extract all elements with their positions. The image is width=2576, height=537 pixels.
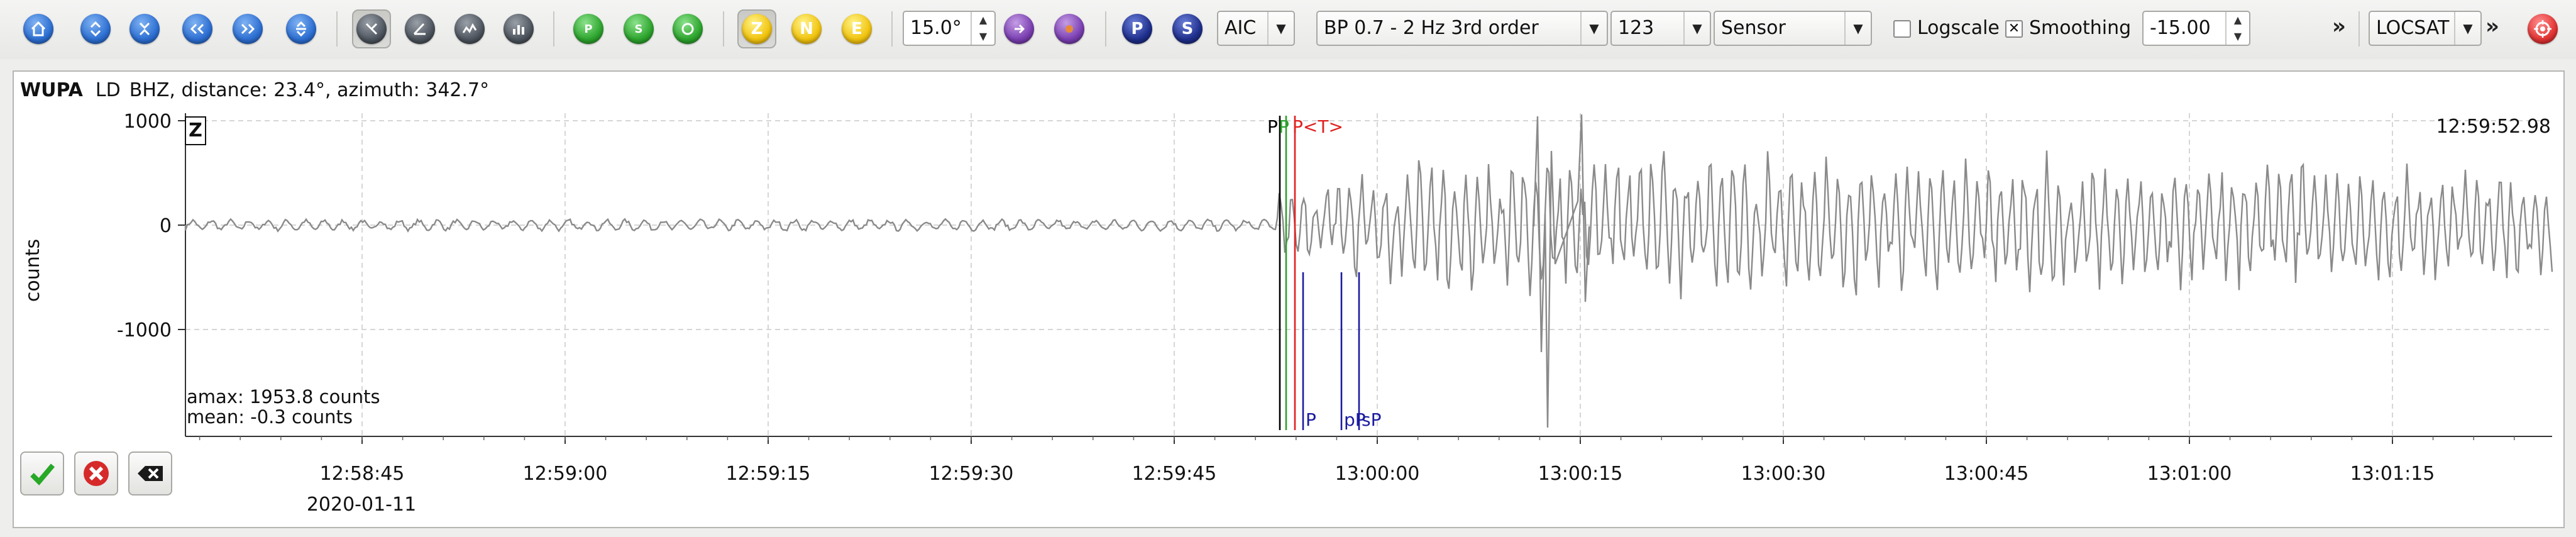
trace-time-label: 12:59:52.98 [2436,116,2551,138]
pick-label: P<T> [1292,116,1343,137]
accept-button[interactable] [20,451,64,495]
y-axis-label: counts [22,239,44,302]
x-tick-label: 12:58:45 [320,463,405,485]
clear-icon [138,466,163,481]
x-tick-label: 13:01:00 [2147,463,2232,485]
mean-label: mean: -0.3 counts [187,406,353,428]
y-tick-label: 1000 [124,111,172,133]
x-tick-label: 12:59:00 [523,463,608,485]
x-tick-label: 13:01:15 [2350,463,2435,485]
y-tick-label: -1000 [117,319,172,341]
component-label: Z [189,119,202,141]
x-tick-label: 13:00:15 [1538,463,1623,485]
reject-button[interactable] [74,451,118,495]
amax-label: amax: 1953.8 counts [187,386,380,407]
x-tick-label: 13:00:00 [1335,463,1420,485]
y-tick-label: 0 [160,215,172,237]
accept-icon [30,463,55,485]
clear-button[interactable] [128,451,172,495]
reject-icon [84,461,109,486]
x-tick-label: 12:59:45 [1132,463,1217,485]
seismogram-plot[interactable]: 12:58:45 12:59:00 12:59:15 12:59:30 12:59:45… [0,0,2576,537]
date-label: 2020-01-11 [307,494,416,516]
theoretical-pick-label: sP [1362,409,1381,430]
x-tick-label: 12:59:30 [929,463,1014,485]
theoretical-pick-label: P [1306,409,1316,430]
pick-label: P [1279,116,1289,137]
x-tick-label: 13:00:45 [1944,463,2029,485]
x-tick-label: 12:59:15 [726,463,811,485]
pick-label: P [1267,116,1278,137]
x-tick-label: 13:00:30 [1741,463,1826,485]
